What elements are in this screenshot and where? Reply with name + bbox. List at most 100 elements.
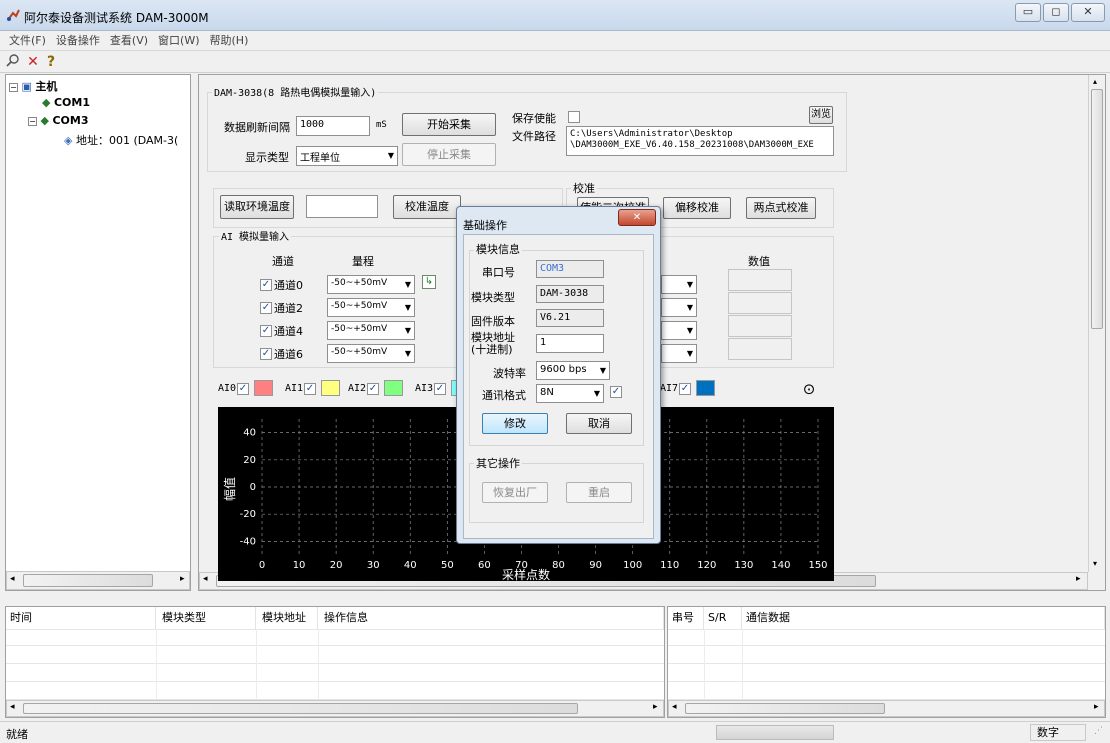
log-pane: 时间 模块类型 模块地址 操作信息 ◂ ▸ [5,606,665,718]
tree-node-module[interactable]: ◈ 地址：001 (DAM-3( [64,132,178,148]
log-header-type[interactable]: 模块类型 [156,607,256,629]
channel-range-select[interactable]: -50~+50mV ▼ [327,298,415,317]
browse-button[interactable]: 浏览 [809,106,833,124]
comm-format-checkbox[interactable]: ✓ [610,386,622,398]
tree-node-host[interactable]: − ▣ 主机 [9,78,57,94]
restart-button[interactable]: 重启 [566,482,632,503]
tree-node-com3[interactable]: − ◆ COM3 [28,114,89,127]
legend-checkbox[interactable]: ✓ [434,383,446,395]
channel-checkbox[interactable]: ✓ [260,325,272,337]
maximize-button[interactable]: ◻ [1043,3,1069,22]
menu-window[interactable]: 窗口(W) [153,31,204,51]
tree-com1-label: COM1 [53,96,90,109]
tree-node-com1[interactable]: ◆ COM1 [42,96,90,109]
channel-range-select-right[interactable]: ▼ [661,298,697,317]
two-point-calibration-button[interactable]: 两点式校准 [746,197,816,219]
start-acquire-button[interactable]: 开始采集 [402,113,496,136]
other-operations-title: 其它操作 [474,455,522,471]
legend-color-swatch[interactable] [696,380,715,396]
comm-format-select[interactable]: 8N ▼ [536,384,604,403]
log-header-address[interactable]: 模块地址 [256,607,318,629]
menu-view[interactable]: 查看(V) [105,31,153,51]
x-tick-label: 60 [478,560,491,571]
save-enable-checkbox[interactable] [568,111,580,123]
channel-range-select-right[interactable]: ▼ [661,275,697,294]
close-button[interactable]: ✕ [1071,3,1105,22]
apply-all-icon[interactable]: ↳ [422,275,436,289]
camera-icon[interactable]: ⊙ [798,380,820,398]
tree-horizontal-scrollbar[interactable]: ◂ ▸ [6,571,190,590]
channel-range-select-right[interactable]: ▼ [661,344,697,363]
file-path-label: 文件路径 [512,130,556,143]
channel-label: 通道6 [274,348,303,361]
comm-header-sr[interactable]: S/R [704,607,742,629]
main-vertical-scrollbar[interactable]: ▴ ▾ [1088,75,1105,572]
dropdown-arrow-icon: ▼ [387,151,394,160]
x-tick-label: 50 [441,560,454,571]
baud-rate-select[interactable]: 9600 bps ▼ [536,361,610,380]
restore-factory-button[interactable]: 恢复出厂 [482,482,548,503]
x-tick-label: 120 [697,560,716,571]
legend-color-swatch[interactable] [254,380,273,396]
legend-checkbox[interactable]: ✓ [367,383,379,395]
x-tick-label: 90 [589,560,602,571]
dialog-close-button[interactable]: ✕ [618,209,656,226]
help-icon[interactable]: ? [42,53,60,71]
channel-range-select[interactable]: -50~+50mV ▼ [327,344,415,363]
dialog-title: 基础操作 [463,219,507,232]
legend-color-swatch[interactable] [384,380,403,396]
module-address-input[interactable]: 1 [536,334,604,353]
minimize-button[interactable]: ▭ [1015,3,1041,22]
dropdown-arrow-icon: ▼ [686,303,693,312]
log-horizontal-scrollbar[interactable]: ◂ ▸ [6,700,664,717]
x-tick-label: 30 [367,560,380,571]
comm-horizontal-scrollbar[interactable]: ◂ ▸ [668,700,1105,717]
module-address-sublabel: (十进制) [471,343,513,356]
calibrate-temp-button[interactable]: 校准温度 [393,195,461,219]
channel-range-select[interactable]: -50~+50mV ▼ [327,321,415,340]
x-tick-label: 150 [808,560,827,571]
table-row [668,647,1105,664]
channel-checkbox[interactable]: ✓ [260,302,272,314]
table-row [6,629,664,646]
legend-checkbox[interactable]: ✓ [679,383,691,395]
comm-header-data[interactable]: 通信数据 [742,607,1105,629]
refresh-interval-label: 数据刷新间隔 [224,121,290,134]
cancel-button[interactable]: 取消 [566,413,632,434]
display-type-select[interactable]: 工程单位 ▼ [296,146,398,166]
legend-color-swatch[interactable] [321,380,340,396]
channel-range-value: -50~+50mV [331,324,388,334]
search-icon[interactable] [4,53,22,71]
log-header-message[interactable]: 操作信息 [318,607,664,629]
display-type-label: 显示类型 [245,151,289,164]
module-icon: ◈ [64,134,73,147]
x-tick-label: 80 [552,560,565,571]
file-path-line1: C:\Users\Administrator\Desktop [570,129,733,139]
legend-label: AI1 [285,383,304,394]
legend-checkbox[interactable]: ✓ [304,383,316,395]
menu-help[interactable]: 帮助(H) [205,31,254,51]
modify-button[interactable]: 修改 [482,413,548,434]
x-tick-label: 40 [404,560,417,571]
resize-grip-icon[interactable]: ⋰ [1094,726,1103,736]
stop-acquire-button[interactable]: 停止采集 [402,143,496,166]
log-header-time[interactable]: 时间 [6,607,156,629]
firmware-field: V6.21 [536,309,604,327]
menu-file[interactable]: 文件(F) [4,31,51,51]
channel-range-select[interactable]: -50~+50mV ▼ [327,275,415,294]
menu-device[interactable]: 设备操作 [51,31,105,51]
file-path-field[interactable]: C:\Users\Administrator\Desktop \DAM3000M… [566,126,834,156]
x-tick-label: 10 [293,560,306,571]
port-field: COM3 [536,260,604,278]
offset-calibration-button[interactable]: 偏移校准 [663,197,731,219]
ambient-temp-field[interactable] [306,195,378,218]
comm-header-serial[interactable]: 串号 [668,607,704,629]
legend-checkbox[interactable]: ✓ [237,383,249,395]
refresh-interval-input[interactable]: 1000 [296,116,370,136]
channel-checkbox[interactable]: ✓ [260,279,272,291]
read-ambient-temp-button[interactable]: 读取环境温度 [220,195,294,219]
delete-icon[interactable]: ✕ [24,53,42,71]
serial-port-icon: ◆ [40,114,49,127]
channel-checkbox[interactable]: ✓ [260,348,272,360]
channel-range-select-right[interactable]: ▼ [661,321,697,340]
